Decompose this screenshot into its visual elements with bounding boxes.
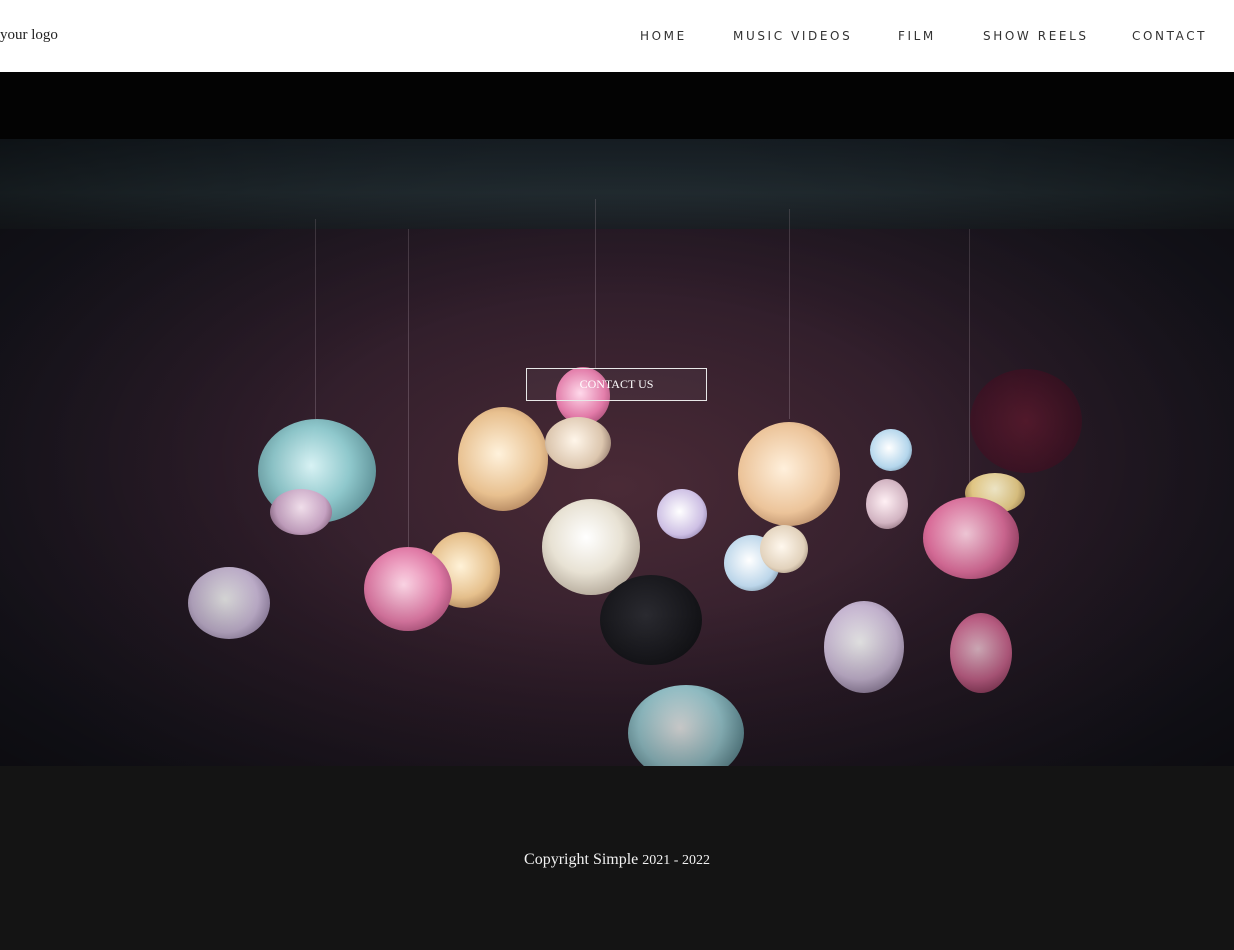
hero-video-frame [0, 139, 1234, 766]
copyright-text: Copyright Simple 2021 - 2022 [0, 851, 1234, 869]
site-footer: Copyright Simple 2021 - 2022 [0, 766, 1234, 950]
nav-item-film[interactable]: FILM [898, 29, 936, 43]
nav-item-music-videos[interactable]: MUSIC VIDEOS [733, 29, 852, 43]
hero-video[interactable]: CONTACT US [0, 72, 1234, 766]
copyright-label: Copyright Simple [524, 851, 639, 868]
contact-us-button[interactable]: CONTACT US [526, 368, 707, 401]
main-nav: HOME MUSIC VIDEOS FILM SHOW REELS CONTAC… [0, 29, 1234, 45]
nav-item-contact[interactable]: CONTACT [1132, 29, 1207, 43]
video-vignette [0, 139, 1234, 766]
copyright-years: 2021 - 2022 [642, 853, 710, 868]
nav-item-show-reels[interactable]: SHOW REELS [983, 29, 1089, 43]
nav-item-home[interactable]: HOME [640, 29, 687, 43]
site-header: your logo HOME MUSIC VIDEOS FILM SHOW RE… [0, 0, 1234, 72]
